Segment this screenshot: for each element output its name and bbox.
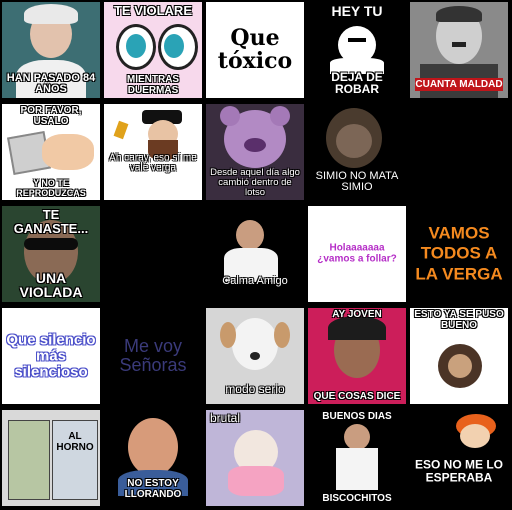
sticker-empty-1[interactable] <box>410 104 508 200</box>
sticker-que-silencio[interactable]: Que silencio más silencioso <box>2 308 100 404</box>
sticker-eso-no[interactable]: ESO NO ME LO ESPERABA <box>410 410 508 506</box>
sticker-que-toxico[interactable]: Que tóxico <box>206 2 304 98</box>
sticker-caption: VAMOS TODOS A LA VERGA <box>415 223 503 284</box>
sticker-vamos-todos[interactable]: VAMOS TODOS A LA VERGA <box>410 206 508 302</box>
sticker-caption-top: TE VIOLARE <box>113 3 192 18</box>
sticker-simio[interactable]: SIMIO NO MATA SIMIO <box>308 104 406 200</box>
sticker-calma-amigo[interactable]: Calma Amigo <box>206 206 304 302</box>
sticker-caption: Calma Amigo <box>222 275 288 288</box>
sticker-te-violare[interactable]: TE VIOLARE MIENTRAS DUERMAS <box>104 2 202 98</box>
sticker-esto-ya[interactable]: ESTO YA SE PUSO BUENO <box>410 308 508 404</box>
sticker-ay-joven[interactable]: AY JOVEN QUE COSAS DICE <box>308 308 406 404</box>
sticker-cuanta-maldad[interactable]: CUANTA MALDAD <box>410 2 508 98</box>
sticker-caption: AL HORNO <box>56 431 94 453</box>
sticker-caption: Ah caray, eso sí me vale verga <box>109 152 197 174</box>
sticker-al-horno[interactable]: AL HORNO <box>2 410 100 506</box>
sticker-caption-top: HEY TU <box>331 3 383 19</box>
sticker-caption-top: POR FAVOR, USALO <box>20 105 82 127</box>
comic-icon <box>8 420 50 500</box>
sticker-ah-caray[interactable]: Ah caray, eso sí me vale verga <box>104 104 202 200</box>
sticker-modo-serio[interactable]: modo serio <box>206 308 304 404</box>
sticker-me-voy[interactable]: Me voy Señoras <box>104 308 202 404</box>
sticker-caption-bottom: MIENTRAS DUERMAS <box>126 74 180 96</box>
man-white-shirt-icon <box>344 424 370 450</box>
sticker-buenos-dias[interactable]: BUENOS DIAS BISCOCHITOS <box>308 410 406 506</box>
sticker-caption: Que tóxico <box>217 24 293 74</box>
sticker-caption-bottom: DEJA DE ROBAR <box>331 69 383 97</box>
sticker-caption-bottom: UNA VIOLADA <box>19 269 83 301</box>
sticker-caption: ESO NO ME LO ESPERABA <box>414 457 503 485</box>
sticker-caption: Desde aquel día algo cambió dentro de lo… <box>210 167 300 199</box>
sticker-por-favor[interactable]: POR FAVOR, USALO Y NO TE REPRODUZCAS <box>2 104 100 200</box>
sticker-caption-bottom: QUE COSAS DICE <box>313 390 401 402</box>
sticker-caption-top: BUENOS DIAS <box>322 411 392 422</box>
sticker-caption-top: AY JOVEN <box>332 309 382 320</box>
sticker-lotso[interactable]: Desde aquel día algo cambió dentro de lo… <box>206 104 304 200</box>
sticker-caption: Holaaaaaaa ¿vamos a follar? <box>317 242 397 264</box>
footballer-icon <box>236 220 264 250</box>
sticker-caption: CUANTA MALDAD <box>415 77 503 91</box>
sticker-caption-top: TE GANASTE... <box>13 207 89 236</box>
sticker-caption: Que silencio más silencioso <box>6 331 96 380</box>
sticker-han-pasado[interactable]: HAN PASADO 84 AÑOS <box>2 2 100 98</box>
sticker-te-ganaste[interactable]: TE GANASTE... UNA VIOLADA <box>2 206 100 302</box>
sticker-caption-bottom: Y NO TE REPRODUZCAS <box>16 178 86 198</box>
sticker-grid: HAN PASADO 84 AÑOS TE VIOLARE MIENTRAS D… <box>0 0 512 510</box>
sticker-caption: HAN PASADO 84 AÑOS <box>6 71 96 96</box>
crying-man-icon <box>128 418 178 476</box>
sticker-brutal[interactable]: brutal <box>206 410 304 506</box>
sticker-no-estoy-llorando[interactable]: NO ESTOY LLORANDO <box>104 410 202 506</box>
sticker-caption: brutal <box>210 411 241 425</box>
sticker-caption-bottom: BISCOCHITOS <box>322 492 392 504</box>
sticker-holaaa[interactable]: Holaaaaaaa ¿vamos a follar? <box>308 206 406 302</box>
sticker-caption: modo serio <box>225 382 285 397</box>
sticker-caption: NO ESTOY LLORANDO <box>124 478 182 500</box>
sticker-caption-top: ESTO YA SE PUSO BUENO <box>414 309 504 331</box>
dog-icon <box>232 318 278 370</box>
sticker-empty-2[interactable] <box>104 206 202 302</box>
sticker-caption: SIMIO NO MATA SIMIO <box>315 169 399 194</box>
sticker-hey-tu[interactable]: HEY TU DEJA DE ROBAR <box>308 2 406 98</box>
sticker-caption: Me voy Señoras <box>119 336 187 375</box>
